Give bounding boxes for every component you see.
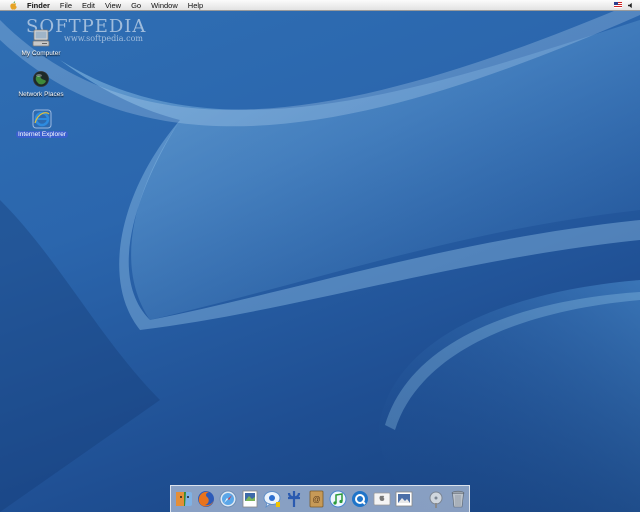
network-globe-icon: [33, 71, 49, 87]
desktop-icon-my-computer[interactable]: My Computer: [1, 28, 81, 57]
menu-finder[interactable]: Finder: [22, 0, 55, 11]
dock: @: [170, 485, 470, 512]
menu-window[interactable]: Window: [146, 0, 183, 11]
computer-icon: [32, 29, 50, 47]
firefox-icon[interactable]: [196, 489, 216, 509]
menu-file[interactable]: File: [55, 0, 77, 11]
desktop-icon-label: My Computer: [21, 50, 61, 57]
desktop-icon-label: Network Places: [18, 91, 64, 98]
safari-icon[interactable]: [218, 489, 238, 509]
apple-logo-icon[interactable]: [4, 0, 22, 11]
wallpaper: [0, 0, 640, 512]
internet-explorer-icon: [32, 109, 52, 129]
menu-edit[interactable]: Edit: [77, 0, 100, 11]
finder-icon[interactable]: [174, 489, 194, 509]
itunes-icon[interactable]: [328, 489, 348, 509]
preview-icon[interactable]: [240, 489, 260, 509]
us-flag-icon[interactable]: [614, 2, 622, 8]
address-book-icon[interactable]: @: [306, 489, 326, 509]
system-preferences-icon[interactable]: [284, 489, 304, 509]
trash-icon[interactable]: [448, 489, 468, 509]
iphoto-icon[interactable]: [394, 489, 414, 509]
menu-status-area: [614, 2, 640, 8]
desktop-icon-label: Internet Explorer: [15, 131, 69, 138]
menu-help[interactable]: Help: [183, 0, 208, 11]
desktop-icon-internet-explorer[interactable]: Internet Explorer: [2, 109, 82, 138]
desktop[interactable]: SOFTPEDIA www.softpedia.com Finder File …: [0, 0, 640, 512]
menu-go[interactable]: Go: [126, 0, 146, 11]
disk-utility-icon[interactable]: [426, 489, 446, 509]
ichat-icon[interactable]: [262, 489, 282, 509]
desktop-icon-network-places[interactable]: Network Places: [1, 69, 81, 98]
menu-bar: Finder File Edit View Go Window Help: [0, 0, 640, 11]
apple-site-icon[interactable]: [372, 489, 392, 509]
quicktime-icon[interactable]: [350, 489, 370, 509]
menu-view[interactable]: View: [100, 0, 126, 11]
speaker-icon[interactable]: [628, 2, 634, 8]
svg-text:@: @: [312, 495, 320, 504]
